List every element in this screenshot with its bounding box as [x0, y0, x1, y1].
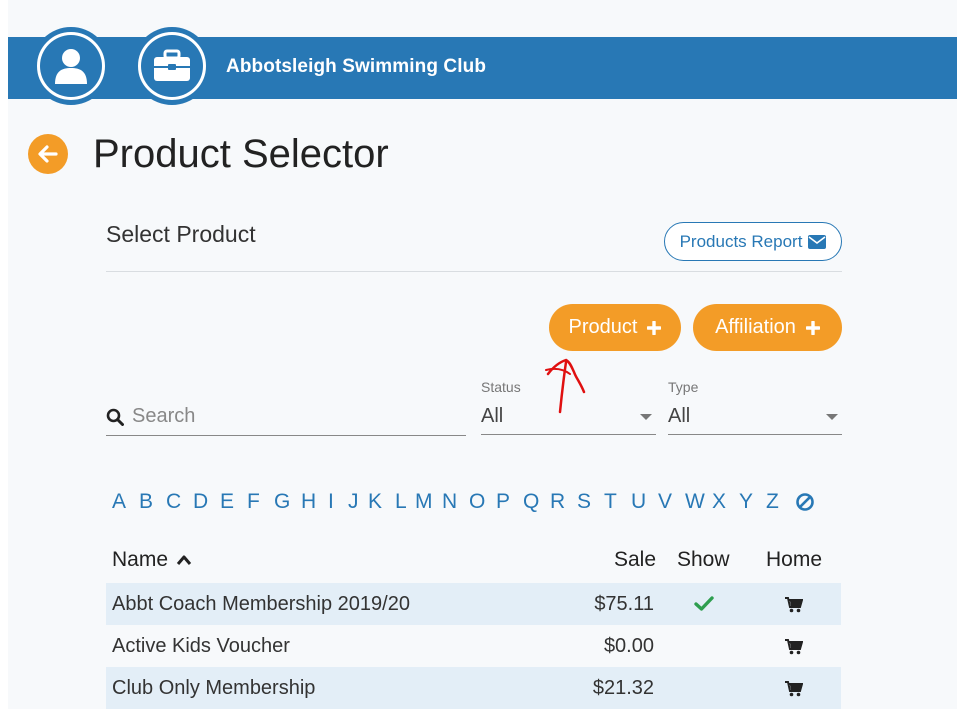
letter-q[interactable]: Q — [523, 490, 550, 514]
letter-w[interactable]: W — [685, 490, 712, 514]
organisation-avatar[interactable] — [133, 27, 211, 105]
alphabet-filter: A B C D E F G H I J K L M N O P Q R S T … — [112, 488, 842, 516]
letter-s[interactable]: S — [577, 490, 604, 514]
product-sale: $21.32 — [592, 677, 654, 699]
letter-r[interactable]: R — [550, 490, 577, 514]
arrow-left-icon — [38, 145, 58, 163]
search-field[interactable] — [106, 398, 466, 436]
type-label: Type — [668, 379, 699, 395]
letter-j[interactable]: J — [348, 490, 368, 514]
letter-h[interactable]: H — [301, 490, 328, 514]
letter-n[interactable]: N — [442, 490, 469, 514]
user-avatar[interactable] — [32, 27, 110, 105]
products-report-label: Products Report — [679, 231, 803, 251]
letter-z[interactable]: Z — [766, 490, 793, 514]
letter-e[interactable]: E — [220, 490, 247, 514]
letter-y[interactable]: Y — [739, 490, 766, 514]
chevron-down-icon — [640, 413, 652, 420]
letter-g[interactable]: G — [274, 490, 301, 514]
column-name-label: Name — [112, 548, 169, 571]
section-title: Select Product — [106, 221, 256, 247]
type-value: All — [668, 405, 691, 427]
cart-icon[interactable] — [785, 597, 803, 613]
cart-icon[interactable] — [785, 681, 803, 697]
letter-o[interactable]: O — [469, 490, 496, 514]
back-button[interactable] — [28, 134, 68, 174]
product-name: Club Only Membership — [112, 677, 316, 699]
cart-icon[interactable] — [785, 639, 803, 655]
window-edge — [0, 0, 8, 709]
letter-b[interactable]: B — [139, 490, 166, 514]
envelope-icon — [808, 234, 827, 249]
product-name: Abbt Coach Membership 2019/20 — [112, 593, 410, 615]
status-select[interactable]: All — [481, 399, 656, 435]
column-sale-header[interactable]: Sale — [614, 548, 656, 572]
add-affiliation-button[interactable]: Affiliation — [693, 304, 842, 351]
letter-a[interactable]: A — [112, 490, 139, 514]
products-report-button[interactable]: Products Report — [664, 222, 842, 261]
letter-d[interactable]: D — [193, 490, 220, 514]
user-icon — [55, 49, 87, 84]
search-icon — [106, 408, 124, 426]
letter-i[interactable]: I — [328, 490, 348, 514]
product-name: Active Kids Voucher — [112, 635, 290, 657]
column-home-header[interactable]: Home — [766, 548, 822, 572]
product-sale: $0.00 — [603, 635, 654, 657]
letter-v[interactable]: V — [658, 490, 685, 514]
letter-f[interactable]: F — [247, 490, 274, 514]
section-divider — [106, 271, 842, 272]
chevron-down-icon — [826, 413, 838, 420]
add-product-label: Product — [568, 316, 638, 338]
page-title: Product Selector — [93, 132, 389, 176]
letter-l[interactable]: L — [395, 490, 415, 514]
table-row[interactable]: Club Only Membership $21.32 — [106, 667, 841, 709]
letter-u[interactable]: U — [631, 490, 658, 514]
plus-icon — [805, 320, 820, 335]
letter-p[interactable]: P — [496, 490, 523, 514]
chevron-up-icon — [176, 555, 192, 565]
plus-icon — [647, 320, 662, 335]
club-name: Abbotsleigh Swimming Club — [226, 56, 487, 77]
letter-x[interactable]: X — [712, 490, 739, 514]
column-show-header[interactable]: Show — [677, 548, 730, 572]
type-select[interactable]: All — [668, 399, 842, 435]
table-row[interactable]: Active Kids Voucher $0.00 — [106, 625, 841, 667]
letter-t[interactable]: T — [604, 490, 631, 514]
search-input[interactable] — [132, 405, 452, 428]
add-product-button[interactable]: Product — [549, 304, 681, 351]
letter-k[interactable]: K — [368, 490, 395, 514]
letter-m[interactable]: M — [415, 490, 442, 514]
check-icon — [694, 596, 714, 611]
letter-c[interactable]: C — [166, 490, 193, 514]
clear-filter-icon[interactable] — [795, 492, 815, 512]
briefcase-icon — [154, 49, 190, 81]
status-label: Status — [481, 379, 521, 395]
product-sale: $75.11 — [594, 593, 654, 615]
add-affiliation-label: Affiliation — [715, 316, 796, 338]
table-row[interactable]: Abbt Coach Membership 2019/20 $75.11 — [106, 583, 841, 625]
status-value: All — [481, 405, 504, 427]
column-name-header[interactable]: Name — [112, 548, 192, 572]
